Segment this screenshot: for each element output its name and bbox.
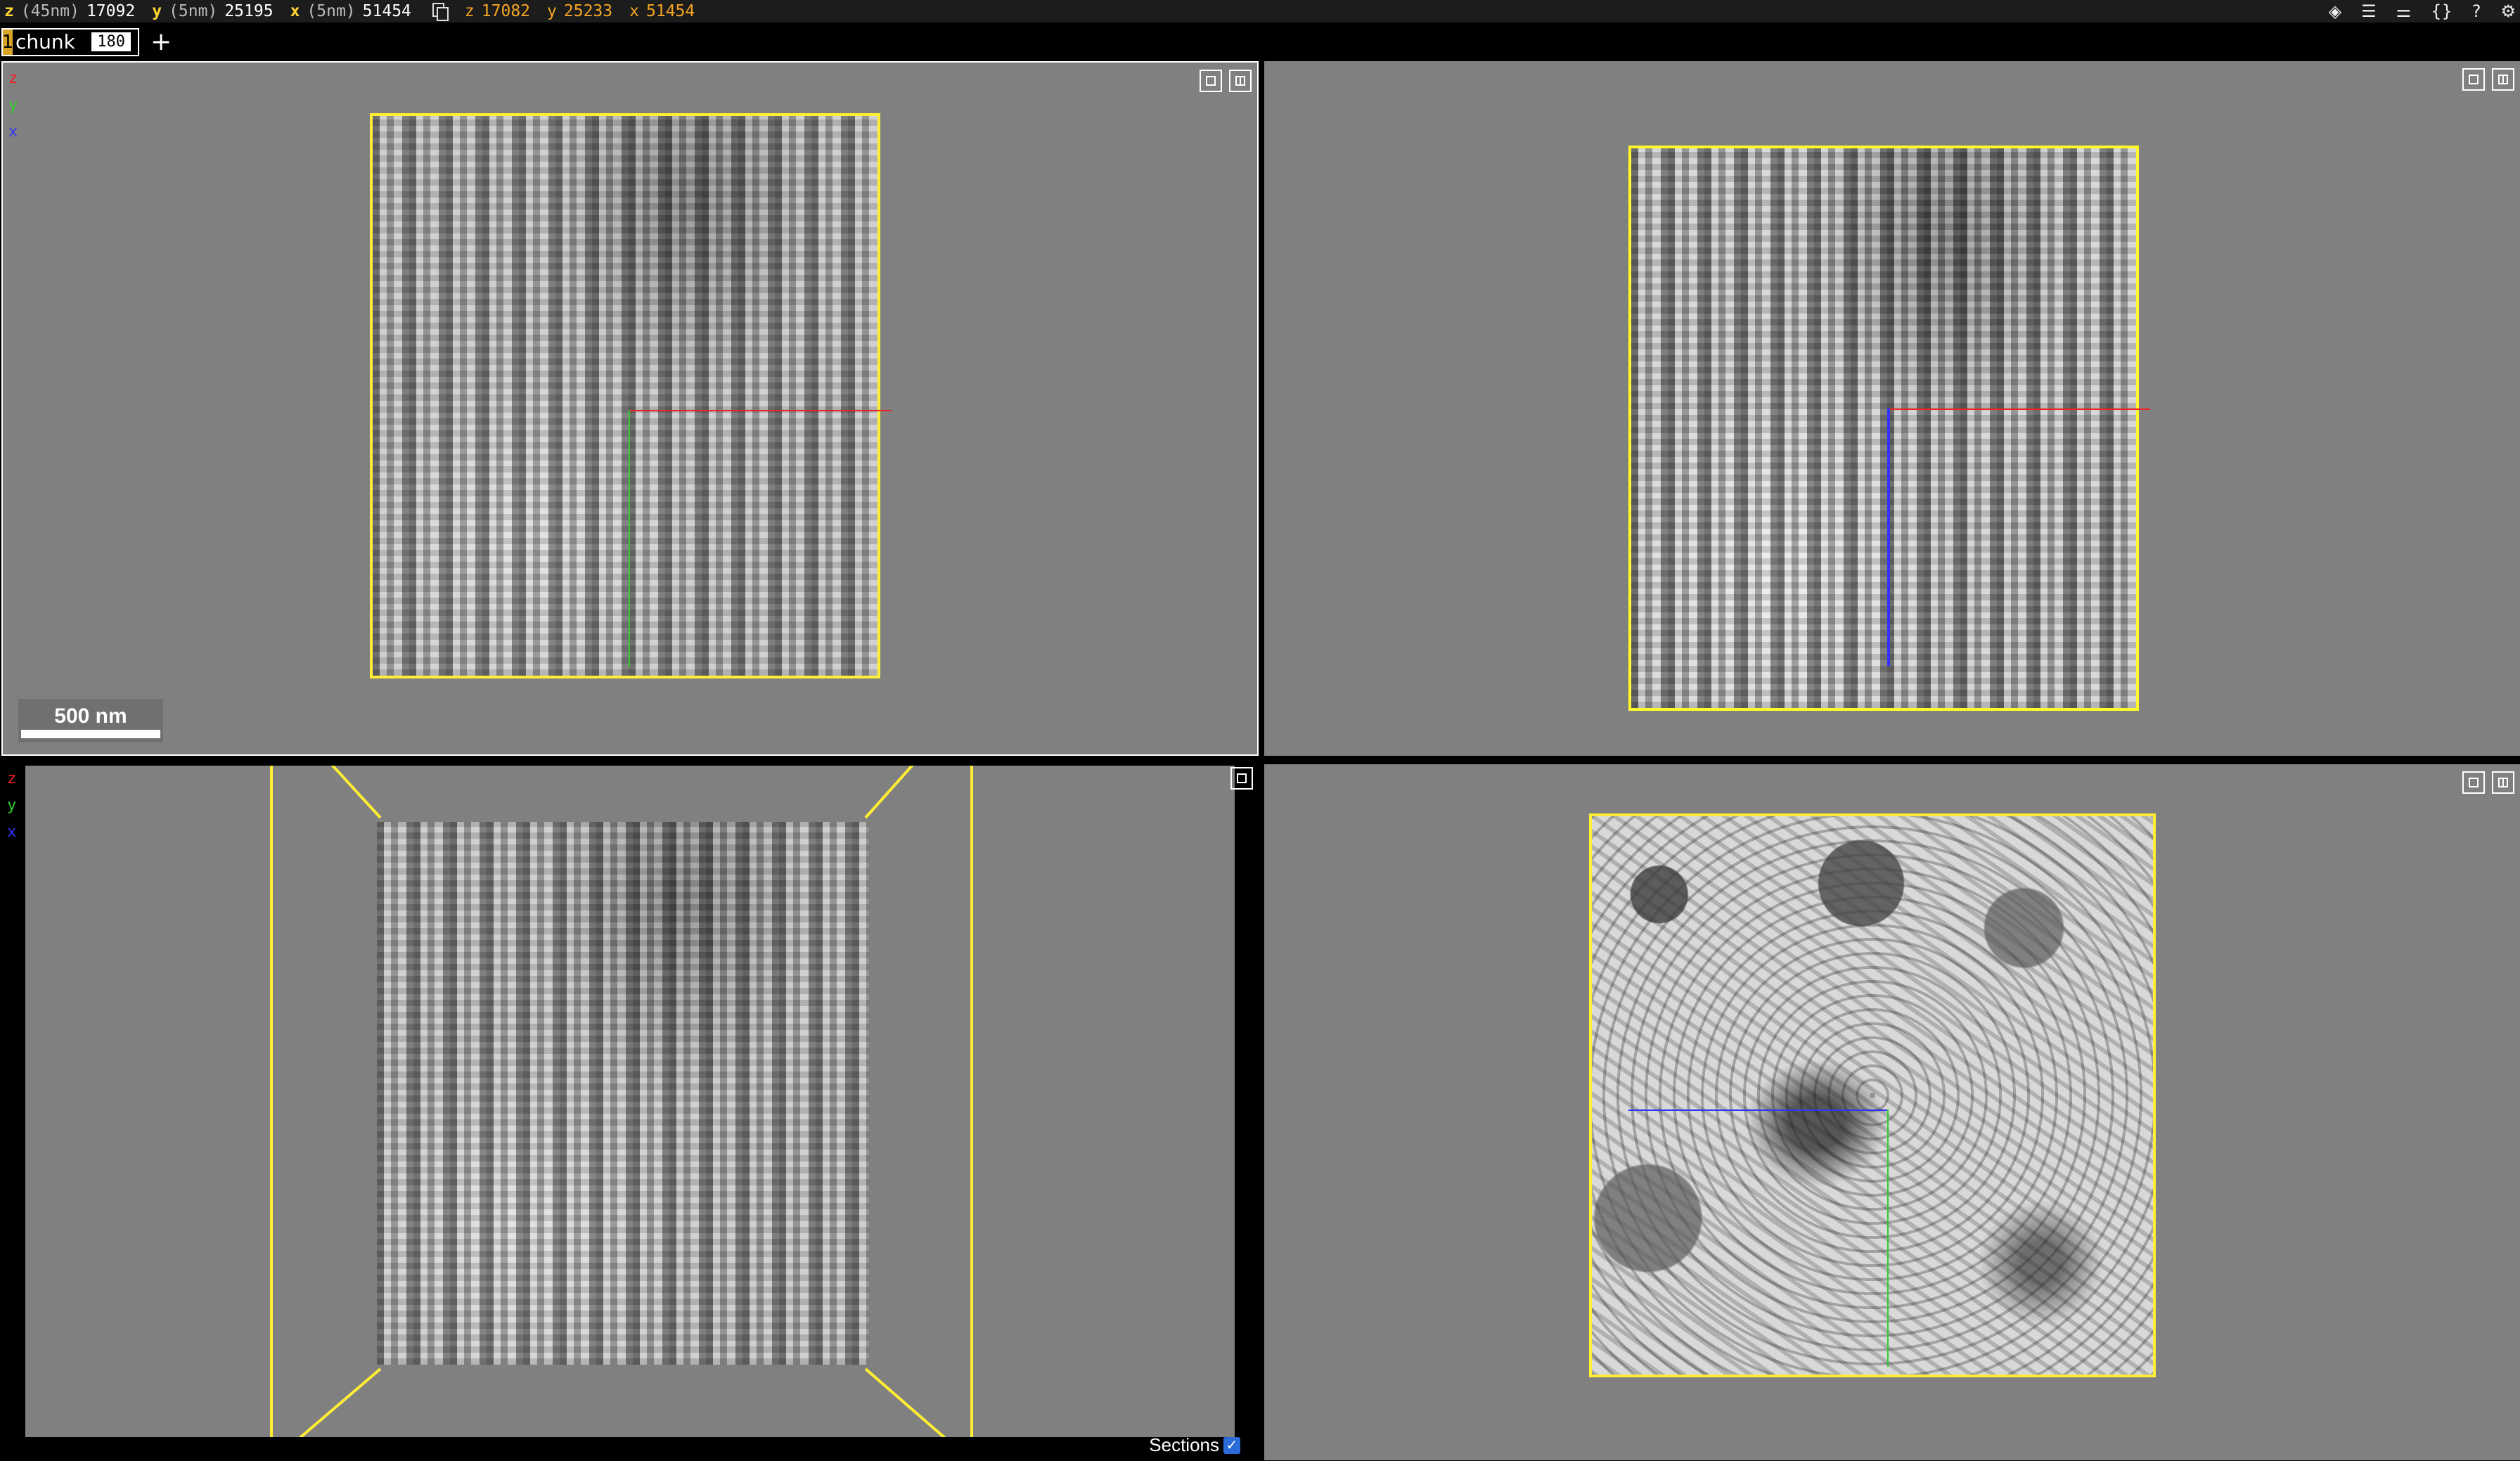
copy-icon[interactable]: [432, 3, 449, 21]
axis-label-y: y: [7, 797, 17, 814]
position-y-axis: y: [152, 2, 162, 20]
position-z-value[interactable]: 17092: [86, 2, 135, 20]
split-panel-button[interactable]: [2492, 771, 2514, 794]
scale-bar-label: 500 nm: [54, 704, 127, 728]
position-z[interactable]: z (45nm) 17092: [4, 2, 135, 20]
maximize-panel-button[interactable]: [2462, 68, 2485, 91]
sections-label: Sections: [1149, 1434, 1219, 1455]
x-axis-line: [1889, 408, 2150, 410]
3d-image-slice: [377, 822, 869, 1365]
panel-yz[interactable]: [1264, 764, 2520, 1460]
axis-label-z: z: [8, 70, 18, 87]
mouse-x-axis: x: [629, 2, 639, 20]
position-x-resolution: (5nm): [307, 2, 356, 20]
image-slice: [1589, 813, 2156, 1377]
y-axis-line: [1887, 1109, 1889, 1367]
mouse-position-y: y 25233: [547, 2, 612, 20]
panel-xy[interactable]: z y x 500 nm: [1, 61, 1259, 756]
scale-bar: 500 nm: [18, 699, 163, 742]
position-y-value[interactable]: 25195: [224, 2, 273, 20]
help-icon[interactable]: ?: [2472, 1, 2481, 21]
position-bar: z (45nm) 17092 y (5nm) 25195 x (5nm) 514…: [0, 0, 2520, 22]
axis-label-z: z: [7, 770, 17, 787]
panel-3d[interactable]: z y x Sections ✓: [0, 764, 1259, 1460]
scale-bar-line: [21, 730, 160, 738]
position-y[interactable]: y (5nm) 25195: [152, 2, 273, 20]
z-axis-line: [1628, 1109, 1889, 1111]
mouse-position-x: x 51454: [629, 2, 695, 20]
split-panel-button[interactable]: [1229, 70, 1252, 92]
image-slice: [1628, 146, 2139, 711]
layer-bar: 1 chunk 180 +: [0, 22, 2520, 61]
mouse-y-axis: y: [547, 2, 557, 20]
toolbar-icons: ◈ ☰ ⚌ {} ? ⚙: [2329, 0, 2516, 22]
axis-labels: z y x: [7, 766, 16, 846]
axis-labels: z y x: [8, 65, 18, 146]
mouse-position-z: z 17082: [465, 2, 530, 20]
position-y-resolution: (5nm): [169, 2, 218, 20]
axis-label-y: y: [8, 96, 18, 114]
sections-checkbox[interactable]: ✓: [1223, 1436, 1240, 1454]
position-z-axis: z: [4, 2, 14, 20]
settings-icon[interactable]: ⚙: [2500, 1, 2516, 21]
image-slice: [370, 113, 880, 678]
split-panel-button[interactable]: [2492, 68, 2514, 91]
sections-toggle[interactable]: Sections ✓: [1149, 1434, 1240, 1456]
layers-icon[interactable]: ◈: [2329, 1, 2341, 21]
position-x-value[interactable]: 51454: [363, 2, 411, 20]
add-layer-button[interactable]: +: [150, 27, 172, 56]
braces-icon[interactable]: {}: [2431, 1, 2452, 21]
position-x[interactable]: x (5nm) 51454: [290, 2, 411, 20]
list-icon[interactable]: ☰: [2361, 1, 2377, 21]
mouse-y-value: 25233: [563, 2, 613, 20]
position-z-resolution: (45nm): [20, 2, 79, 20]
mouse-z-axis: z: [464, 2, 475, 20]
layer-value: 180: [91, 32, 131, 51]
layer-name: chunk: [15, 30, 75, 53]
y-axis-line: [629, 410, 630, 667]
maximize-panel-button[interactable]: [2462, 771, 2485, 794]
position-x-axis: x: [290, 2, 300, 20]
z-axis-line: [1887, 408, 1890, 666]
panel-xz[interactable]: [1264, 61, 2520, 756]
mouse-z-value: 17082: [481, 2, 531, 20]
layer-tab-chunk[interactable]: 1 chunk 180: [1, 27, 139, 56]
maximize-panel-button[interactable]: [1230, 767, 1253, 790]
x-axis-line: [630, 410, 892, 411]
layer-number: 1: [2, 29, 13, 55]
3d-view[interactable]: [25, 766, 1235, 1437]
sliders-icon[interactable]: ⚌: [2396, 1, 2412, 21]
mouse-x-value: 51454: [646, 2, 695, 20]
axis-label-x: x: [8, 123, 18, 141]
axis-label-x: x: [7, 823, 17, 841]
maximize-panel-button[interactable]: [1200, 70, 1222, 92]
